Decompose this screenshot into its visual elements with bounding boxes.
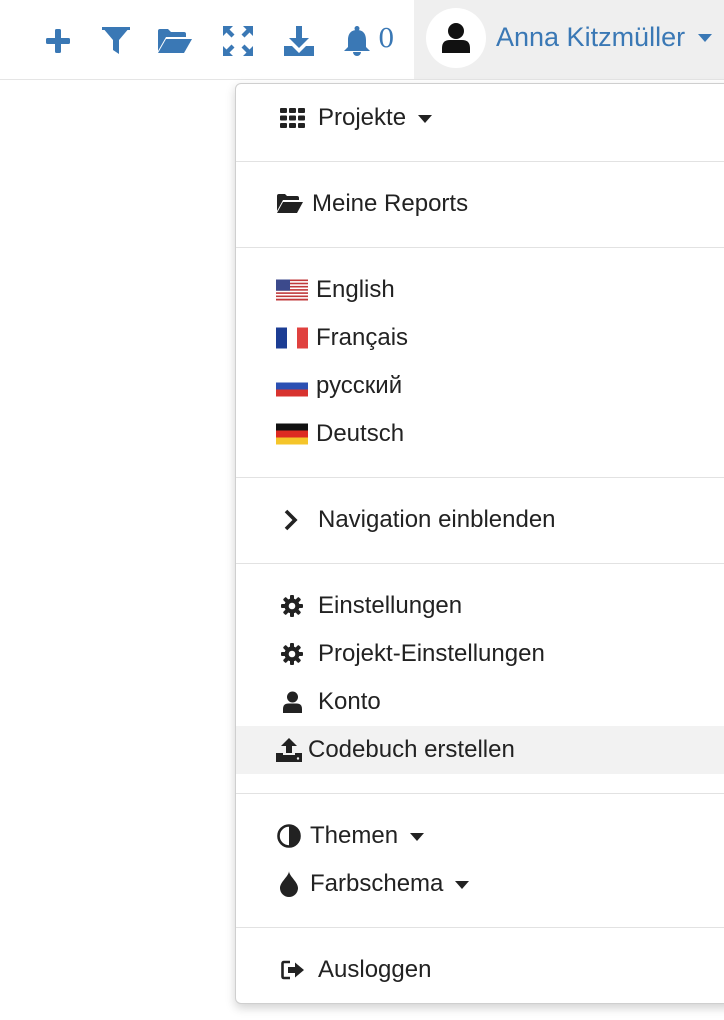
divider	[236, 793, 724, 794]
gear-icon	[281, 595, 303, 617]
notification-count: 0	[378, 24, 395, 54]
language-label: English	[316, 276, 395, 303]
user-dropdown-menu: Projekte Meine Reports English Français …	[235, 83, 724, 1004]
menu-item-color-scheme[interactable]: Farbschema	[236, 860, 724, 908]
caret-down-icon	[410, 832, 425, 841]
de-flag-icon	[276, 423, 308, 445]
ru-flag-icon	[276, 375, 308, 397]
gear-icon	[281, 643, 303, 665]
chevron-down-icon	[698, 34, 712, 42]
filter-button[interactable]	[98, 21, 134, 61]
menu-item-projects[interactable]: Projekte	[236, 94, 724, 142]
top-toolbar: 0 Anna Kitzmüller	[0, 0, 724, 80]
divider	[236, 477, 724, 478]
menu-item-themes-label: Themen	[310, 822, 425, 850]
menu-item-logout[interactable]: Ausloggen	[236, 946, 724, 994]
plus-icon	[46, 29, 70, 53]
menu-item-create-codebook-label: Codebuch erstellen	[308, 736, 515, 763]
user-menu-toggle[interactable]: Anna Kitzmüller	[414, 0, 724, 79]
user-icon	[283, 691, 302, 713]
divider	[236, 161, 724, 162]
menu-item-show-navigation-label: Navigation einblenden	[318, 506, 556, 533]
menu-item-settings-label: Einstellungen	[318, 592, 463, 619]
user-name: Anna Kitzmüller	[496, 22, 686, 52]
folder-open-icon	[276, 193, 304, 215]
menu-item-language-french[interactable]: Français	[236, 314, 724, 362]
notifications-button[interactable]	[339, 21, 375, 61]
language-label: русский	[316, 372, 403, 399]
menu-item-account[interactable]: Konto	[236, 678, 724, 726]
menu-item-show-navigation[interactable]: Navigation einblenden	[236, 496, 724, 544]
menu-item-project-settings[interactable]: Projekt-Einstellungen	[236, 630, 724, 678]
menu-item-account-label: Konto	[318, 688, 381, 715]
chevron-right-icon	[284, 509, 298, 531]
menu-item-logout-label: Ausloggen	[318, 956, 432, 983]
caret-down-icon	[418, 114, 433, 123]
fullscreen-button[interactable]	[220, 21, 256, 61]
divider	[236, 563, 724, 564]
folder-open-icon	[158, 29, 192, 53]
upload-icon	[276, 738, 302, 762]
droplet-icon	[279, 871, 299, 897]
language-label: Deutsch	[316, 420, 405, 447]
contrast-icon	[277, 824, 301, 848]
download-icon	[284, 26, 314, 56]
caret-down-icon	[455, 880, 470, 889]
avatar	[426, 8, 486, 68]
menu-item-project-settings-label: Projekt-Einstellungen	[318, 640, 545, 667]
menu-item-language-english[interactable]: English	[236, 266, 724, 314]
menu-item-language-russian[interactable]: русский	[236, 362, 724, 410]
open-folder-button[interactable]	[157, 21, 193, 61]
grid-icon	[280, 108, 306, 128]
divider	[236, 247, 724, 248]
menu-item-my-reports-label: Meine Reports	[312, 190, 469, 217]
language-label: Français	[316, 324, 409, 351]
filter-icon	[102, 27, 130, 54]
bell-icon	[344, 26, 370, 56]
menu-item-themes[interactable]: Themen	[236, 812, 724, 860]
add-button[interactable]	[40, 21, 76, 61]
menu-item-my-reports[interactable]: Meine Reports	[236, 180, 724, 228]
menu-item-create-codebook[interactable]: Codebuch erstellen	[236, 726, 724, 774]
user-icon	[442, 23, 470, 53]
menu-item-language-german[interactable]: Deutsch	[236, 410, 724, 458]
menu-item-projects-label: Projekte	[318, 104, 433, 132]
divider	[236, 927, 724, 928]
menu-item-color-scheme-label: Farbschema	[310, 870, 470, 898]
us-flag-icon	[276, 279, 308, 301]
sign-out-icon	[281, 960, 305, 980]
download-button[interactable]	[281, 21, 317, 61]
expand-icon	[223, 26, 253, 56]
fr-flag-icon	[276, 327, 308, 349]
menu-item-settings[interactable]: Einstellungen	[236, 582, 724, 630]
